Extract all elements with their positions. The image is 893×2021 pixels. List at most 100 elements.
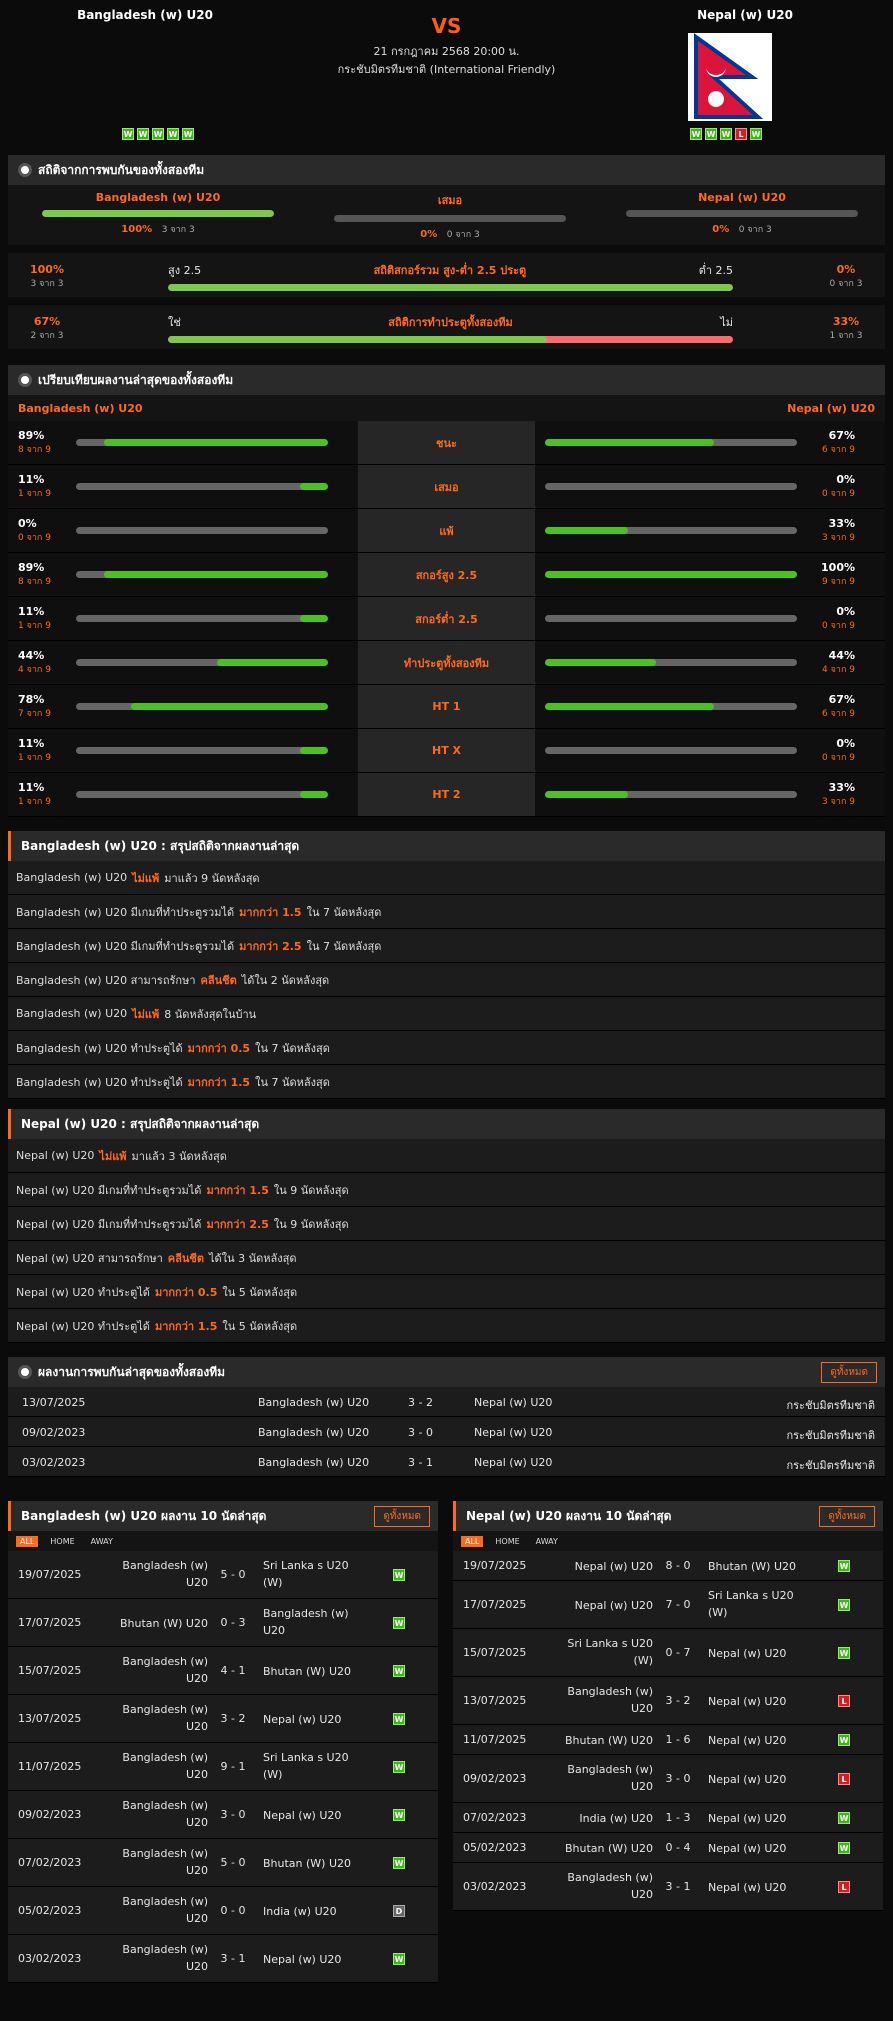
last10-row[interactable]: 07/02/2023 Bangladesh (w) U20 5 - 0 Bhutan … <box>8 1839 438 1887</box>
last10-row[interactable]: 15/07/2025 Sri Lanka s U20 (W) 0 - 7 Nepal … <box>453 1629 883 1677</box>
match-home-team[interactable]: Bangladesh (w) U20 <box>108 1701 208 1735</box>
match-home-team[interactable]: Bangladesh (w) U20 <box>108 1797 208 1831</box>
last10-row[interactable]: 13/07/2025 Bangladesh (w) U20 3 - 2 Nepal (… <box>8 1695 438 1743</box>
match-home-team[interactable]: Bangladesh (w) U20 <box>108 1749 208 1783</box>
h2h-match-row[interactable]: 13/07/2025 Bangladesh (w) U20 3 - 2 Nepal (… <box>8 1387 885 1417</box>
compare-home-bar <box>76 615 328 622</box>
match-away-team[interactable]: Nepal (w) U20 <box>708 1879 808 1896</box>
match-date: 03/02/2023 <box>463 1880 527 1893</box>
home-summary-heading: Bangladesh (w) U20 : สรุปสถิติจากผลงานล่… <box>8 831 885 861</box>
compare-home-pct: 11% <box>18 737 45 750</box>
match-away-team[interactable]: Nepal (w) U20 <box>263 1951 363 1968</box>
h2h-see-all-button[interactable]: ดูทั้งหมด <box>821 1361 877 1383</box>
tab-all[interactable]: ALL <box>461 1535 484 1547</box>
match-home-team[interactable]: Bhutan (W) U20 <box>108 1615 208 1632</box>
last10-row[interactable]: 17/07/2025 Bhutan (W) U20 0 - 3 Bangladesh … <box>8 1599 438 1647</box>
match-away-team[interactable]: Nepal (w) U20 <box>708 1810 808 1827</box>
match-home-team[interactable]: Bangladesh (w) U20 <box>108 1845 208 1879</box>
last10-row[interactable]: 09/02/2023 Bangladesh (w) U20 3 - 0 Nepal (… <box>453 1755 883 1803</box>
summary-highlight: มากกว่า 0.5 <box>154 1285 218 1299</box>
match-away-team[interactable]: Nepal (w) U20 <box>708 1693 808 1710</box>
match-home-team[interactable]: Bhutan (W) U20 <box>553 1732 653 1749</box>
tab-home[interactable]: HOME <box>46 1536 78 1547</box>
match-away-team[interactable]: Bhutan (W) U20 <box>708 1558 808 1575</box>
last10-row[interactable]: 19/07/2025 Nepal (w) U20 8 - 0 Bhutan (W) U… <box>453 1551 883 1581</box>
compare-away-pct: 100% <box>821 561 855 574</box>
last10-row[interactable]: 17/07/2025 Nepal (w) U20 7 - 0 Sri Lanka s … <box>453 1581 883 1629</box>
match-away-team[interactable]: Nepal (w) U20 <box>708 1732 808 1749</box>
match-away-team[interactable]: Bhutan (W) U20 <box>263 1663 363 1680</box>
home-last10-see-all-button[interactable]: ดูทั้งหมด <box>374 1505 430 1527</box>
match-home-team[interactable]: Bangladesh (w) U20 <box>108 1941 208 1975</box>
compare-home-side: 11% 1 จาก 9 <box>8 597 358 640</box>
match-away-team[interactable]: Nepal (w) U20 <box>263 1711 363 1728</box>
last10-row[interactable]: 11/07/2025 Bhutan (W) U20 1 - 6 Nepal (w) U… <box>453 1725 883 1755</box>
compare-away-count: 3 จาก 9 <box>822 533 855 543</box>
match-home-team[interactable]: India (w) U20 <box>553 1810 653 1827</box>
summary-row: Bangladesh (w) U20 ทำประตูได้ มากกว่า 0.5… <box>8 1031 885 1065</box>
match-home-team[interactable]: Bangladesh (w) U20 <box>108 1893 208 1927</box>
match-date: 11/07/2025 <box>463 1733 527 1746</box>
match-away-team[interactable]: Nepal (w) U20 <box>708 1645 808 1662</box>
tab-away[interactable]: AWAY <box>87 1536 117 1547</box>
last10-row[interactable]: 07/02/2023 India (w) U20 1 - 3 Nepal (w) U2… <box>453 1803 883 1833</box>
match-home-team[interactable]: Bangladesh (w) U20 <box>553 1869 653 1903</box>
compare-label: สกอร์สูง 2.5 <box>358 553 535 596</box>
compare-row: 11% 1 จาก 9 HT 2 33% 3 จาก 9 <box>8 773 885 817</box>
away-team-name[interactable]: Nepal (w) U20 <box>655 8 835 22</box>
match-score: 0 - 0 <box>220 1904 246 1917</box>
match-away-team[interactable]: Bangladesh (w) U20 <box>263 1605 363 1639</box>
match-home-team[interactable]: Bangladesh (w) U20 <box>553 1761 653 1795</box>
match-home-team[interactable]: Sri Lanka s U20 (W) <box>553 1635 653 1669</box>
match-away-team[interactable]: Nepal (w) U20 <box>263 1807 363 1824</box>
summary-text: ใน 9 นัดหลังสุด <box>273 1217 349 1231</box>
match-home-team[interactable]: Nepal (w) U20 <box>553 1597 653 1614</box>
match-away-team[interactable]: India (w) U20 <box>263 1903 363 1920</box>
match-away-team[interactable]: Sri Lanka s U20 (W) <box>263 1557 363 1591</box>
match-away-team[interactable]: Sri Lanka s U20 (W) <box>263 1749 363 1783</box>
match-away-team[interactable]: Nepal (w) U20 <box>474 1456 552 1469</box>
summary-text: Nepal (w) U20 <box>16 1149 95 1162</box>
tab-all[interactable]: ALL <box>16 1535 39 1547</box>
compare-home-count: 1 จาก 9 <box>18 621 51 631</box>
match-home-team[interactable]: Bangladesh (w) U20 <box>108 1557 208 1591</box>
compare-away-bar <box>545 527 797 534</box>
match-home-team[interactable]: Bangladesh (w) U20 <box>553 1683 653 1717</box>
summary-highlight: มากกว่า 1.5 <box>187 1075 251 1089</box>
last10-row[interactable]: 05/02/2023 Bangladesh (w) U20 0 - 0 India (… <box>8 1887 438 1935</box>
match-home-team[interactable]: Bangladesh (w) U20 <box>108 1653 208 1687</box>
match-home-team[interactable]: Bangladesh (w) U20 <box>258 1396 369 1409</box>
match-home-team[interactable]: Bangladesh (w) U20 <box>258 1456 369 1469</box>
compare-home-count: 0 จาก 9 <box>18 533 51 543</box>
last10-row[interactable]: 09/02/2023 Bangladesh (w) U20 3 - 0 Nepal (… <box>8 1791 438 1839</box>
tab-home[interactable]: HOME <box>491 1536 523 1547</box>
last10-row[interactable]: 03/02/2023 Bangladesh (w) U20 3 - 1 Nepal (… <box>453 1863 883 1911</box>
h2h-match-row[interactable]: 03/02/2023 Bangladesh (w) U20 3 - 1 Nepal (… <box>8 1447 885 1477</box>
match-away-team[interactable]: Nepal (w) U20 <box>708 1771 808 1788</box>
result-badge: D <box>393 1905 405 1917</box>
last10-row[interactable]: 11/07/2025 Bangladesh (w) U20 9 - 1 Sri Lan… <box>8 1743 438 1791</box>
last10-row[interactable]: 19/07/2025 Bangladesh (w) U20 5 - 0 Sri Lan… <box>8 1551 438 1599</box>
match-score: 3 - 2 <box>665 1694 691 1707</box>
ou-bar <box>168 284 733 291</box>
compare-away-pct: 0% <box>836 473 855 486</box>
match-away-team[interactable]: Nepal (w) U20 <box>474 1396 552 1409</box>
match-away-team[interactable]: Nepal (w) U20 <box>708 1840 808 1857</box>
last10-row[interactable]: 05/02/2023 Bhutan (W) U20 0 - 4 Nepal (w) U… <box>453 1833 883 1863</box>
match-home-team[interactable]: Nepal (w) U20 <box>553 1558 653 1575</box>
form-badge: L <box>735 128 747 140</box>
tab-away[interactable]: AWAY <box>532 1536 562 1547</box>
match-home-team[interactable]: Bangladesh (w) U20 <box>258 1426 369 1439</box>
last10-row[interactable]: 03/02/2023 Bangladesh (w) U20 3 - 1 Nepal (… <box>8 1935 438 1983</box>
last10-row[interactable]: 13/07/2025 Bangladesh (w) U20 3 - 2 Nepal (… <box>453 1677 883 1725</box>
h2h-match-row[interactable]: 09/02/2023 Bangladesh (w) U20 3 - 0 Nepal (… <box>8 1417 885 1447</box>
last10-row[interactable]: 15/07/2025 Bangladesh (w) U20 4 - 1 Bhutan … <box>8 1647 438 1695</box>
away-last10-see-all-button[interactable]: ดูทั้งหมด <box>819 1505 875 1527</box>
match-home-team[interactable]: Bhutan (W) U20 <box>553 1840 653 1857</box>
match-away-team[interactable]: Nepal (w) U20 <box>474 1426 552 1439</box>
match-away-team[interactable]: Sri Lanka s U20 (W) <box>708 1587 808 1621</box>
match-score: 3 - 0 <box>408 1426 433 1439</box>
summary-text: ใน 7 นัดหลังสุด <box>306 939 382 953</box>
match-away-team[interactable]: Bhutan (W) U20 <box>263 1855 363 1872</box>
away-last10-title: Nepal (w) U20 ผลงาน 10 นัดล่าสุด <box>466 1508 672 1523</box>
